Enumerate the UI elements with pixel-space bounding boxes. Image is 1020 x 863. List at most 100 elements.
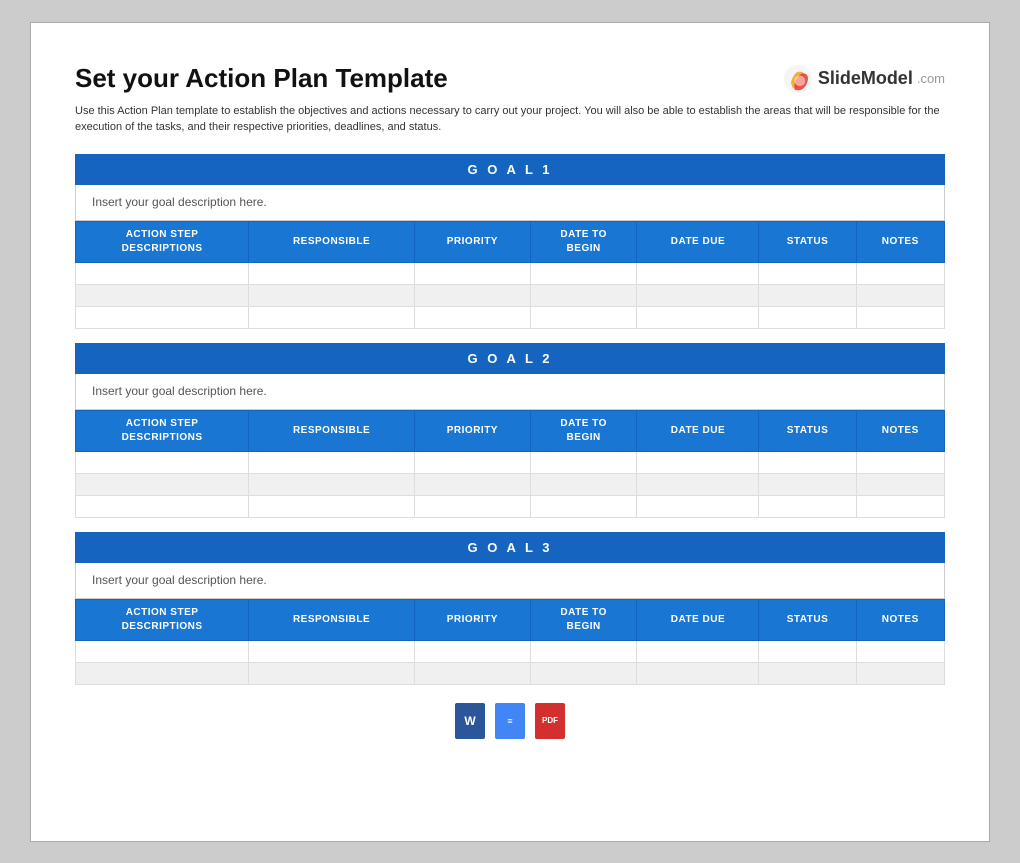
cell [530,451,637,473]
cell [249,284,415,306]
goal-3-header: G O A L 3 [75,532,945,563]
col-notes: NOTES [856,410,944,451]
docs-icon-label: ≡ [507,716,512,726]
cell [759,662,856,684]
cell [856,473,944,495]
col-priority: PRIORITY [414,410,530,451]
word-icon-label: W [464,714,475,728]
cell [856,640,944,662]
cell [530,662,637,684]
table-header-row: ACTION STEPDESCRIPTIONS RESPONSIBLE PRIO… [76,599,945,640]
cell [249,473,415,495]
cell [530,473,637,495]
cell [76,284,249,306]
cell [76,451,249,473]
col-action-step: ACTION STEPDESCRIPTIONS [76,221,249,262]
page-description: Use this Action Plan template to establi… [75,103,945,136]
col-date-begin: DATE TOBEGIN [530,221,637,262]
table-row [76,473,945,495]
cell [637,451,759,473]
col-responsible: RESPONSIBLE [249,221,415,262]
cell [76,495,249,517]
table-row [76,495,945,517]
cell [76,473,249,495]
footer-icons: W ≡ PDF [75,703,945,739]
col-date-begin: DATE TOBEGIN [530,599,637,640]
table-row [76,284,945,306]
col-date-due: DATE DUE [637,599,759,640]
cell [530,495,637,517]
cell [530,262,637,284]
cell [249,306,415,328]
table-row [76,662,945,684]
cell [530,306,637,328]
cell [856,662,944,684]
cell [249,262,415,284]
cell [759,262,856,284]
col-status: STATUS [759,221,856,262]
goal-3-description: Insert your goal description here. [75,563,945,599]
col-date-due: DATE DUE [637,410,759,451]
docs-icon[interactable]: ≡ [495,703,525,739]
col-responsible: RESPONSIBLE [249,410,415,451]
cell [249,640,415,662]
col-date-begin: DATE TOBEGIN [530,410,637,451]
col-status: STATUS [759,599,856,640]
logo-text: SlideModel [818,68,913,89]
logo: SlideModel .com [782,63,945,95]
col-responsible: RESPONSIBLE [249,599,415,640]
cell [856,262,944,284]
cell [759,495,856,517]
cell [856,284,944,306]
cell [76,306,249,328]
cell [414,306,530,328]
goal-3-table: ACTION STEPDESCRIPTIONS RESPONSIBLE PRIO… [75,599,945,685]
cell [637,495,759,517]
cell [759,451,856,473]
cell [530,284,637,306]
pdf-icon-label: PDF [542,716,558,725]
col-action-step: ACTION STEPDESCRIPTIONS [76,599,249,640]
cell [759,284,856,306]
cell [76,640,249,662]
header-row: Set your Action Plan Template SlideModel… [75,63,945,95]
table-row [76,262,945,284]
col-date-due: DATE DUE [637,221,759,262]
col-action-step: ACTION STEPDESCRIPTIONS [76,410,249,451]
goal-1-table: ACTION STEPDESCRIPTIONS RESPONSIBLE PRIO… [75,221,945,329]
cell [414,451,530,473]
table-row [76,451,945,473]
pdf-icon[interactable]: PDF [535,703,565,739]
cell [856,451,944,473]
page-container: Set your Action Plan Template SlideModel… [30,22,990,842]
cell [414,640,530,662]
word-icon[interactable]: W [455,703,485,739]
cell [414,662,530,684]
col-status: STATUS [759,410,856,451]
goal-2-header: G O A L 2 [75,343,945,374]
cell [637,640,759,662]
cell [414,495,530,517]
cell [76,662,249,684]
goal-2-table: ACTION STEPDESCRIPTIONS RESPONSIBLE PRIO… [75,410,945,518]
cell [759,306,856,328]
cell [414,262,530,284]
col-priority: PRIORITY [414,221,530,262]
goal-1-description: Insert your goal description here. [75,185,945,221]
slidemodel-logo-icon [782,63,814,95]
goal-section-3: G O A L 3 Insert your goal description h… [75,532,945,685]
cell [856,306,944,328]
col-priority: PRIORITY [414,599,530,640]
cell [637,662,759,684]
table-header-row: ACTION STEPDESCRIPTIONS RESPONSIBLE PRIO… [76,221,945,262]
goal-2-description: Insert your goal description here. [75,374,945,410]
cell [76,262,249,284]
logo-suffix: .com [917,71,945,86]
cell [249,495,415,517]
cell [249,451,415,473]
goal-1-header: G O A L 1 [75,154,945,185]
cell [637,262,759,284]
cell [249,662,415,684]
col-notes: NOTES [856,221,944,262]
cell [856,495,944,517]
